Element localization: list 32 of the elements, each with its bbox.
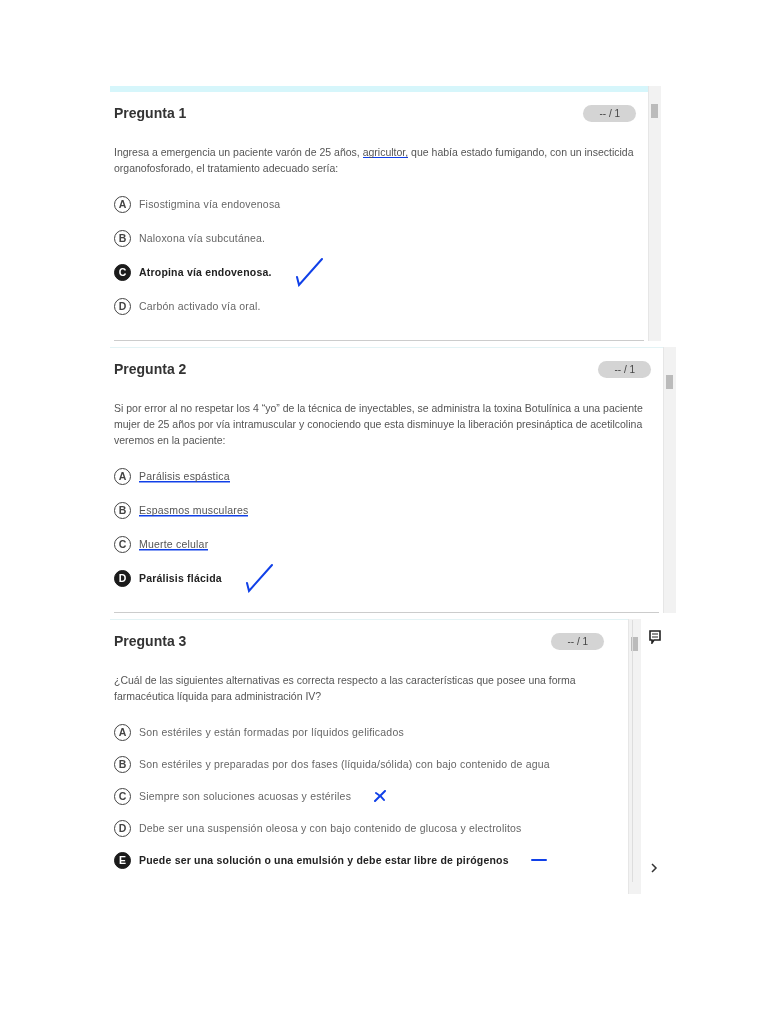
option-letter[interactable]: E xyxy=(114,851,131,869)
answer-option[interactable]: Atropina vía endovenosa. xyxy=(139,266,272,278)
option-letter[interactable]: D xyxy=(114,569,131,587)
answer-option[interactable]: Debe ser una suspensión oleosa y con bajo contenido de glucosa y electrolitos xyxy=(139,822,522,834)
question-text: Ingresa a emergencia un paciente varón de 25 años, agricultor, que había estado fumigando, con un insecticida organofosforado, el tratamiento adecuado sería: xyxy=(114,145,635,176)
question-title: Pregunta 3 xyxy=(114,633,187,649)
answer-option[interactable]: Muerte celular xyxy=(139,537,209,551)
answer-option[interactable]: Son estériles y están formadas por líquidos gelificados xyxy=(139,726,404,738)
question-title: Pregunta 1 xyxy=(114,105,187,121)
answer-option[interactable]: Parálisis espástica xyxy=(139,469,230,483)
answer-option[interactable]: Carbón activado vía oral. xyxy=(139,300,261,312)
answer-option[interactable]: Naloxona vía subcutánea. xyxy=(139,232,266,244)
answer-option[interactable]: Puede ser una solución o una emulsión y debe estar libre de pirógenos xyxy=(139,854,509,866)
cross-mark-icon xyxy=(373,790,388,802)
score-badge: -- / 1 xyxy=(583,104,636,122)
answer-option[interactable]: Siempre son soluciones acuosas y estériles xyxy=(139,790,352,802)
scrollbar[interactable] xyxy=(663,347,676,613)
check-mark-icon xyxy=(243,563,274,593)
answer-option[interactable]: Parálisis flácida xyxy=(139,572,222,584)
score-badge: -- / 1 xyxy=(598,360,651,378)
score-badge: -- / 1 xyxy=(551,632,604,650)
question-title: Pregunta 2 xyxy=(114,361,187,377)
option-letter[interactable]: C xyxy=(114,263,131,281)
question-text: ¿Cuál de las siguientes alternativas es correcta respecto a las características que posee una forma farmacéutica líquida para administración IV? xyxy=(114,673,577,704)
question-text: Si por error al no respetar los 4 “yo” de la técnica de inyectables, se administra la toxina Botulínica a una paciente mujer de 25 años por vía intramuscular y conociendo que esta disminuye la liberación presináptica de acetilcolina veremos en la paciente: xyxy=(114,401,644,448)
scrollbar[interactable] xyxy=(648,86,661,341)
answer-option[interactable]: Espasmos musculares xyxy=(139,503,249,517)
answer-option[interactable]: Son estériles y preparadas por dos fases (líquida/sólida) con bajo contenido de agua xyxy=(139,758,550,770)
check-mark-icon xyxy=(293,257,324,287)
chevron-right-icon[interactable] xyxy=(649,862,659,874)
dash-mark-icon xyxy=(530,858,547,862)
answer-option[interactable]: Fisostigmina vía endovenosa xyxy=(139,198,281,210)
